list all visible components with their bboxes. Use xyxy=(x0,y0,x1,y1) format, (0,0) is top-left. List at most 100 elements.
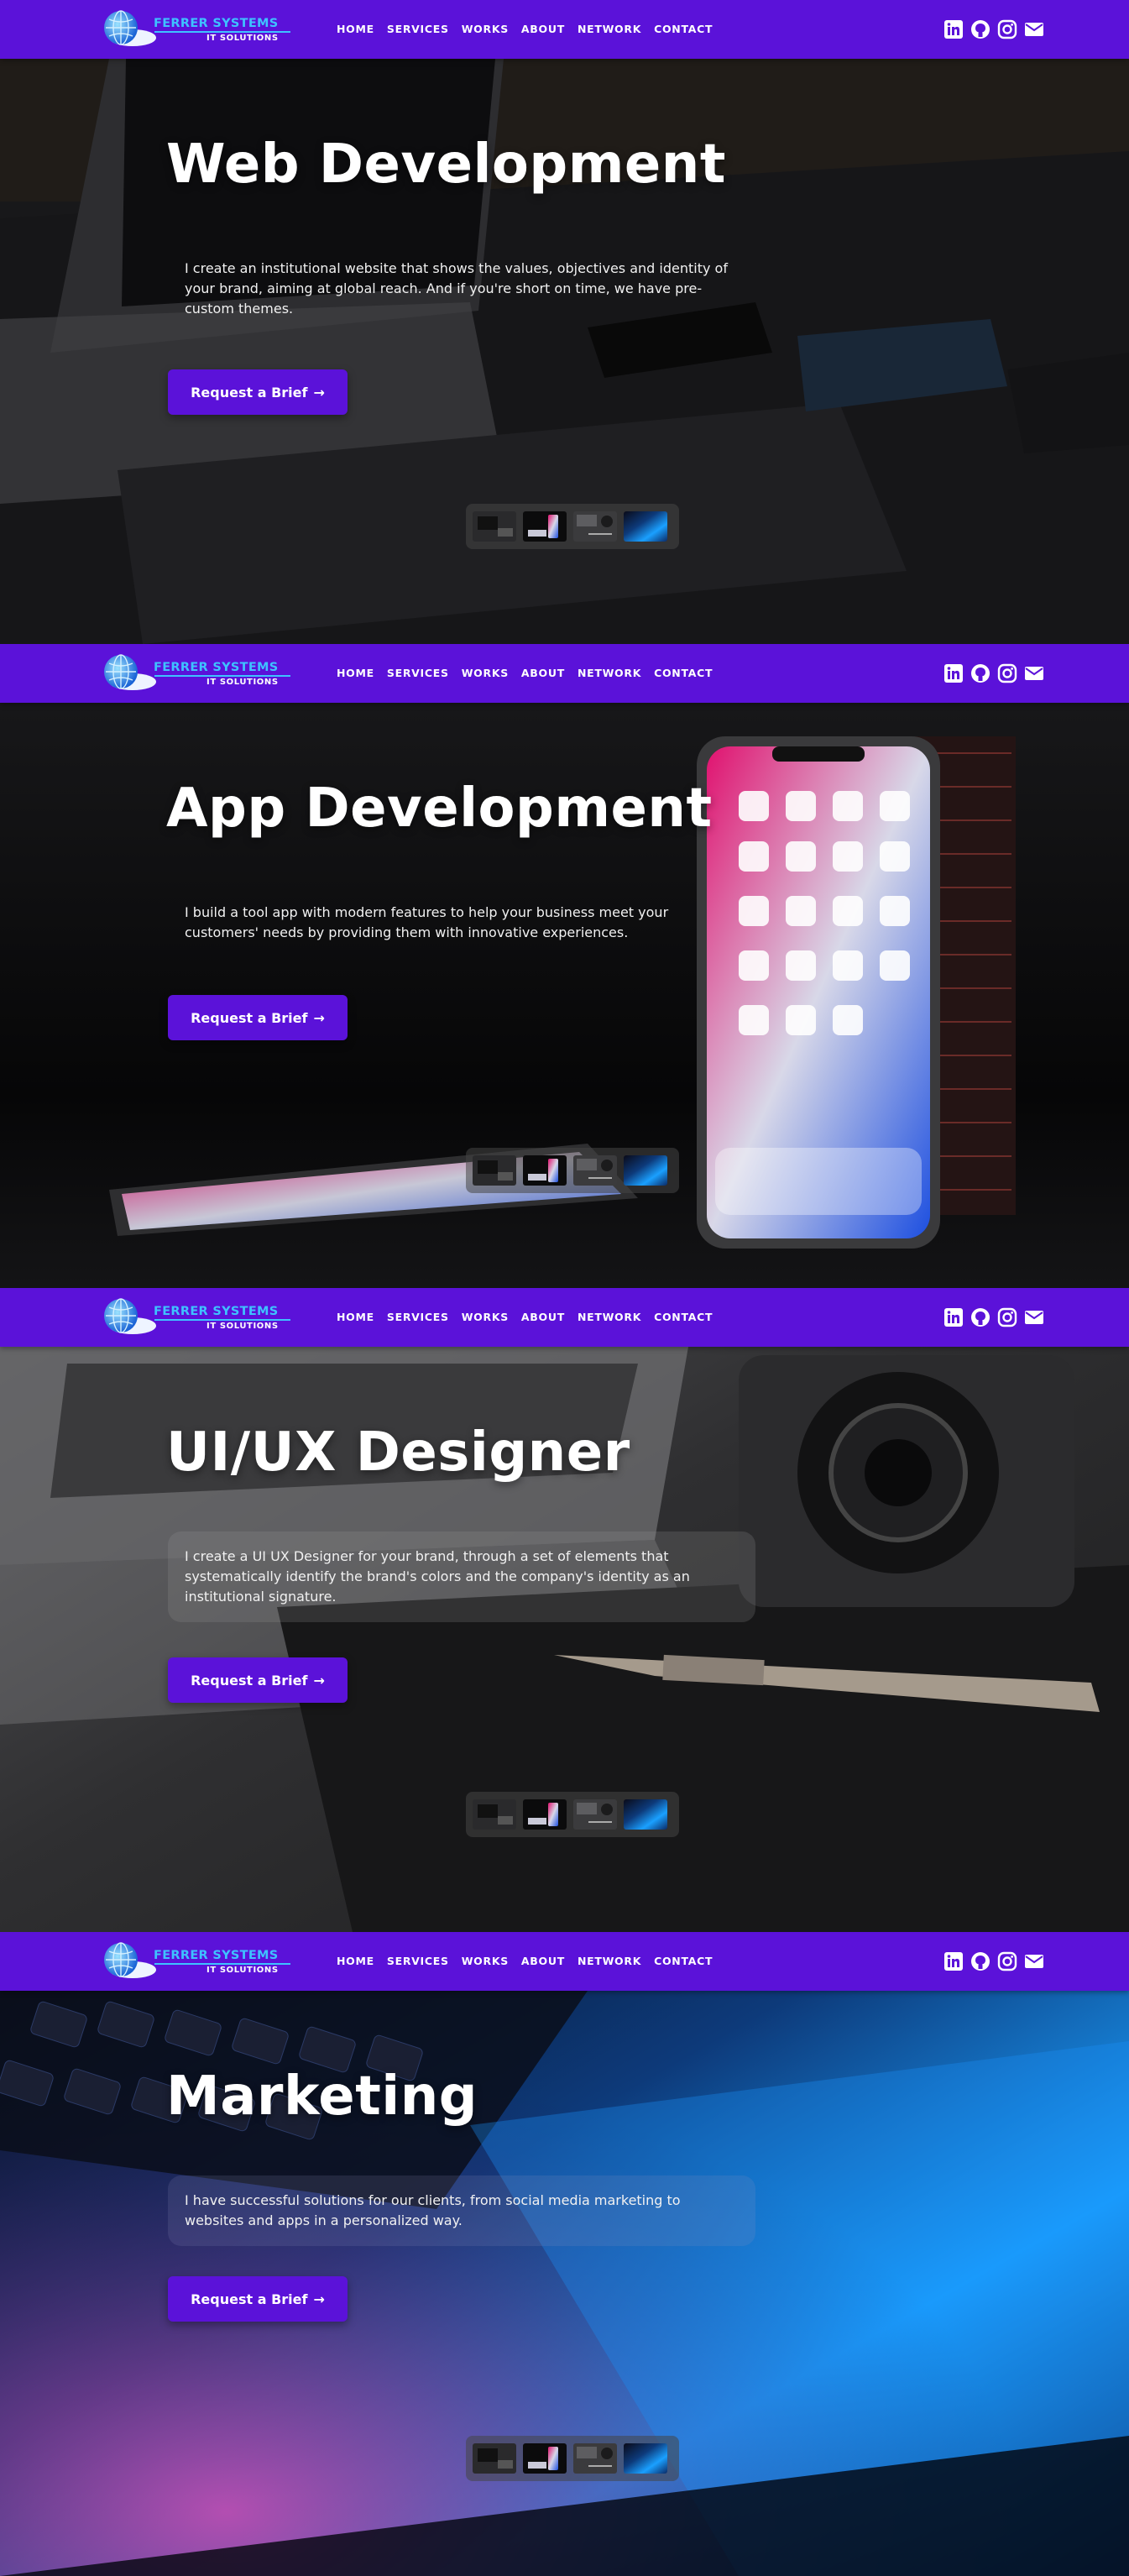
nav-link-contact[interactable]: CONTACT xyxy=(654,1310,713,1325)
instagram-icon[interactable] xyxy=(997,663,1017,683)
brand-tagline: IT SOLUTIONS xyxy=(206,678,279,687)
logo-divider xyxy=(154,31,290,33)
nav-link-home[interactable]: HOME xyxy=(337,1310,374,1325)
logo[interactable]: FERRER SYSTEMS IT SOLUTIONS xyxy=(99,1296,292,1339)
request-brief-label: Request a Brief xyxy=(191,1672,308,1689)
request-brief-button[interactable]: Request a Brief → xyxy=(168,369,348,415)
email-icon[interactable] xyxy=(1024,663,1044,683)
hero-slide-ui-ux-designer: FERRER SYSTEMS IT SOLUTIONS HOME SERVICE… xyxy=(0,1288,1129,1932)
request-brief-button[interactable]: Request a Brief → xyxy=(168,1657,348,1703)
nav-link-services[interactable]: SERVICES xyxy=(387,1954,449,1969)
nav-link-contact[interactable]: CONTACT xyxy=(654,666,713,681)
brand-name: FERRER SYSTEMS xyxy=(154,1949,279,1962)
thumbnail-web-development[interactable] xyxy=(473,1799,516,1830)
nav-link-about[interactable]: ABOUT xyxy=(521,666,565,681)
brand-tagline: IT SOLUTIONS xyxy=(206,1322,279,1331)
nav-link-works[interactable]: WORKS xyxy=(462,1310,509,1325)
thumbnail-web-development[interactable] xyxy=(473,511,516,542)
github-icon[interactable] xyxy=(970,1951,990,1971)
email-icon[interactable] xyxy=(1024,1951,1044,1971)
nav-menu: HOME SERVICES WORKS ABOUT NETWORK CONTAC… xyxy=(337,22,725,37)
nav-link-services[interactable]: SERVICES xyxy=(387,1310,449,1325)
arrow-right-icon: → xyxy=(313,1009,325,1026)
hero-description: I build a tool app with modern features … xyxy=(185,904,669,940)
hero-slide-web-development: FERRER SYSTEMS IT SOLUTIONS HOME SERVICE… xyxy=(0,0,1129,644)
hero-title: Marketing xyxy=(166,2066,478,2128)
nav-link-home[interactable]: HOME xyxy=(337,22,374,37)
instagram-icon[interactable] xyxy=(997,1951,1017,1971)
nav-menu: HOME SERVICES WORKS ABOUT NETWORK CONTAC… xyxy=(337,666,725,681)
top-navbar: FERRER SYSTEMS IT SOLUTIONS HOME SERVICE… xyxy=(0,0,1129,59)
nav-link-services[interactable]: SERVICES xyxy=(387,666,449,681)
brand-name: FERRER SYSTEMS xyxy=(154,661,279,674)
request-brief-button[interactable]: Request a Brief → xyxy=(168,995,348,1040)
linkedin-icon[interactable] xyxy=(943,1307,964,1327)
logo-divider xyxy=(154,1319,290,1321)
nav-link-network[interactable]: NETWORK xyxy=(578,666,641,681)
nav-link-works[interactable]: WORKS xyxy=(462,1954,509,1969)
logo[interactable]: FERRER SYSTEMS IT SOLUTIONS xyxy=(99,8,292,51)
request-brief-button[interactable]: Request a Brief → xyxy=(168,2276,348,2322)
top-navbar: FERRER SYSTEMS IT SOLUTIONS HOME SERVICE… xyxy=(0,644,1129,703)
linkedin-icon[interactable] xyxy=(943,1951,964,1971)
slide-thumbnails xyxy=(466,1792,679,1837)
logo[interactable]: FERRER SYSTEMS IT SOLUTIONS xyxy=(99,652,292,695)
nav-link-home[interactable]: HOME xyxy=(337,1954,374,1969)
thumbnail-marketing[interactable] xyxy=(624,511,667,542)
github-icon[interactable] xyxy=(970,663,990,683)
nav-menu: HOME SERVICES WORKS ABOUT NETWORK CONTAC… xyxy=(337,1310,725,1325)
brand-tagline: IT SOLUTIONS xyxy=(206,1966,279,1975)
globe-logo-icon xyxy=(104,1942,156,1978)
nav-link-services[interactable]: SERVICES xyxy=(387,22,449,37)
request-brief-label: Request a Brief xyxy=(191,1009,308,1026)
thumbnail-app-development[interactable] xyxy=(523,511,567,542)
instagram-icon[interactable] xyxy=(997,1307,1017,1327)
nav-link-works[interactable]: WORKS xyxy=(462,22,509,37)
thumbnail-marketing[interactable] xyxy=(624,2443,667,2474)
hero-description: I have successful solutions for our clie… xyxy=(168,2175,755,2246)
top-navbar: FERRER SYSTEMS IT SOLUTIONS HOME SERVICE… xyxy=(0,1932,1129,1991)
thumbnail-app-development[interactable] xyxy=(523,1155,567,1186)
thumbnail-web-development[interactable] xyxy=(473,2443,516,2474)
social-links xyxy=(943,1307,1051,1327)
nav-link-about[interactable]: ABOUT xyxy=(521,22,565,37)
thumbnail-ui-ux-designer[interactable] xyxy=(573,1155,617,1186)
thumbnail-ui-ux-designer[interactable] xyxy=(573,1799,617,1830)
social-links xyxy=(943,663,1051,683)
hero-slide-marketing: FERRER SYSTEMS IT SOLUTIONS HOME SERVICE… xyxy=(0,1932,1129,2576)
logo-divider xyxy=(154,675,290,677)
arrow-right-icon: → xyxy=(313,2291,325,2307)
email-icon[interactable] xyxy=(1024,1307,1044,1327)
slide-thumbnails xyxy=(466,504,679,549)
nav-link-network[interactable]: NETWORK xyxy=(578,22,641,37)
thumbnail-marketing[interactable] xyxy=(624,1799,667,1830)
brand-name: FERRER SYSTEMS xyxy=(154,17,279,30)
linkedin-icon[interactable] xyxy=(943,663,964,683)
social-links xyxy=(943,19,1051,39)
github-icon[interactable] xyxy=(970,1307,990,1327)
brand-name: FERRER SYSTEMS xyxy=(154,1305,279,1318)
arrow-right-icon: → xyxy=(313,1672,325,1689)
thumbnail-app-development[interactable] xyxy=(523,2443,567,2474)
thumbnail-web-development[interactable] xyxy=(473,1155,516,1186)
thumbnail-app-development[interactable] xyxy=(523,1799,567,1830)
nav-link-contact[interactable]: CONTACT xyxy=(654,22,713,37)
nav-link-about[interactable]: ABOUT xyxy=(521,1954,565,1969)
instagram-icon[interactable] xyxy=(997,19,1017,39)
hero-slide-app-development: FERRER SYSTEMS IT SOLUTIONS HOME SERVICE… xyxy=(0,644,1129,1288)
nav-link-contact[interactable]: CONTACT xyxy=(654,1954,713,1969)
email-icon[interactable] xyxy=(1024,19,1044,39)
nav-link-works[interactable]: WORKS xyxy=(462,666,509,681)
hero-title: Web Development xyxy=(166,134,726,196)
linkedin-icon[interactable] xyxy=(943,19,964,39)
arrow-right-icon: → xyxy=(313,384,325,401)
thumbnail-marketing[interactable] xyxy=(624,1155,667,1186)
thumbnail-ui-ux-designer[interactable] xyxy=(573,2443,617,2474)
github-icon[interactable] xyxy=(970,19,990,39)
thumbnail-ui-ux-designer[interactable] xyxy=(573,511,617,542)
logo[interactable]: FERRER SYSTEMS IT SOLUTIONS xyxy=(99,1940,292,1983)
nav-link-network[interactable]: NETWORK xyxy=(578,1954,641,1969)
nav-link-network[interactable]: NETWORK xyxy=(578,1310,641,1325)
nav-link-about[interactable]: ABOUT xyxy=(521,1310,565,1325)
nav-link-home[interactable]: HOME xyxy=(337,666,374,681)
